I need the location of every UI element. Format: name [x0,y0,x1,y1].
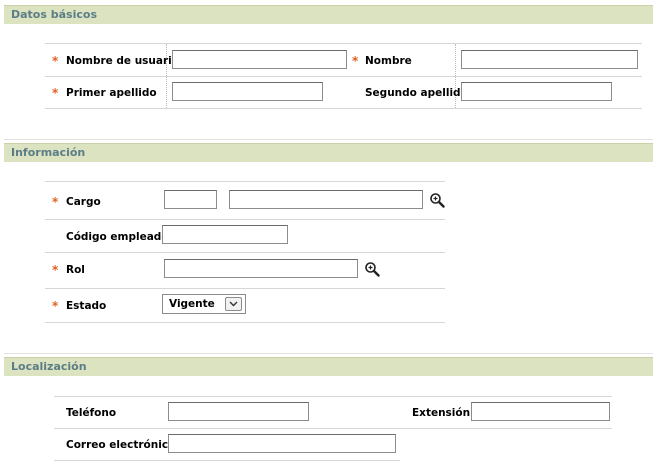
position-code-field[interactable] [164,190,217,209]
required-marker: * [52,54,59,68]
divider [4,353,653,354]
magnifier-icon[interactable] [429,192,445,208]
divider [54,460,400,461]
required-marker: * [352,54,359,68]
divider [45,322,445,323]
username-label: Nombre de usuario [66,55,179,67]
first-surname-field[interactable] [172,82,323,101]
phone-label: Teléfono [66,407,117,419]
section-title-basic: Datos básicos [11,8,97,21]
extension-field[interactable] [471,402,610,421]
role-field[interactable] [164,259,358,278]
section-header-basic: Datos básicos [4,5,653,24]
section-title-location: Localización [11,360,87,373]
divider [45,181,445,182]
status-selected-value: Vigente [169,298,215,310]
extension-label: Extensión [412,407,471,419]
required-marker: * [52,263,59,277]
first-surname-label: Primer apellido [66,87,157,99]
section-title-info: Información [11,146,86,159]
employee-code-label: Código empleado [66,231,169,243]
divider [45,108,642,109]
required-marker: * [52,299,59,313]
second-surname-field[interactable] [461,82,612,101]
role-label: Rol [66,264,85,276]
employee-code-field[interactable] [162,225,288,244]
second-surname-label: Segundo apellido [365,87,468,99]
divider [45,288,445,289]
email-field[interactable] [168,434,396,453]
email-label: Correo electrónico [66,439,176,451]
position-label: Cargo [66,196,101,208]
divider [45,219,445,220]
divider [45,252,445,253]
section-header-info: Información [4,143,653,162]
required-marker: * [52,86,59,100]
position-field[interactable] [229,190,423,209]
magnifier-icon[interactable] [364,261,380,277]
divider [54,396,612,397]
divider [45,43,642,44]
chevron-down-icon[interactable] [225,297,242,311]
required-marker: * [52,195,59,209]
status-select[interactable]: Vigente [162,294,246,314]
username-field[interactable] [172,50,347,69]
divider [45,76,642,77]
name-field[interactable] [461,50,638,69]
phone-field[interactable] [168,402,309,421]
divider [54,428,612,429]
section-header-location: Localización [4,357,653,376]
status-label: Estado [66,300,107,312]
divider [4,139,653,140]
name-label: Nombre [365,55,412,67]
